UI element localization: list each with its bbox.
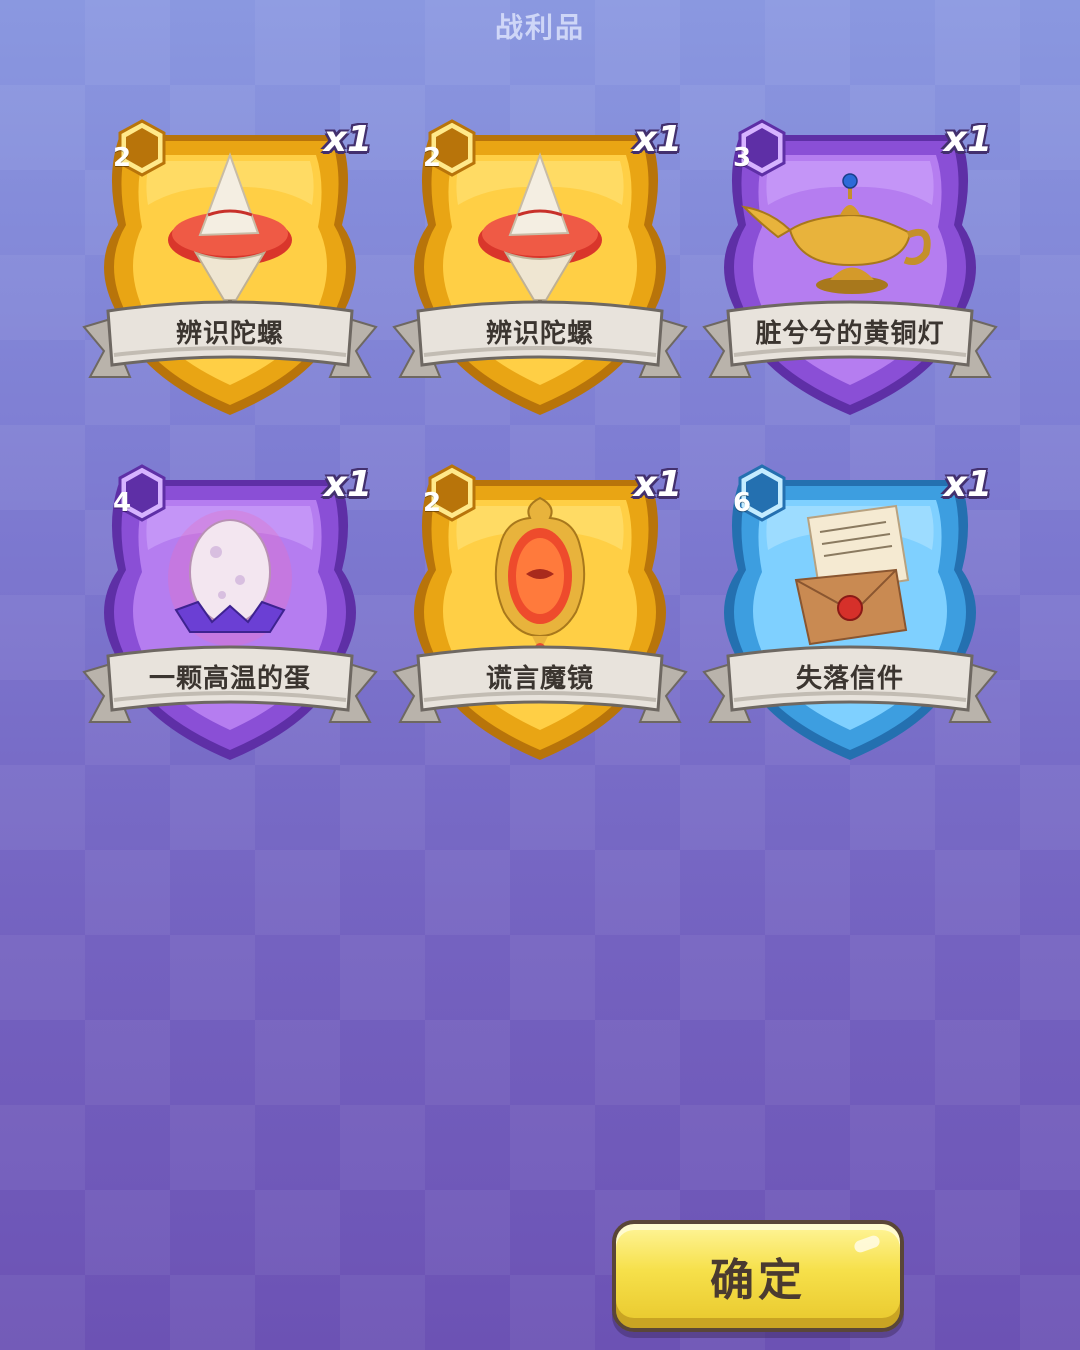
button-shine xyxy=(852,1233,882,1255)
loot-card[interactable]: 2 x1 辨识陀螺 xyxy=(390,115,690,415)
quantity-label: x1 xyxy=(943,464,992,505)
page-title: 战利品 xyxy=(494,11,585,44)
quantity-label: x1 xyxy=(323,119,372,160)
item-name: 谎言魔镜 xyxy=(485,664,594,694)
rank-badge: 6 xyxy=(732,488,752,518)
item-name: 辨识陀螺 xyxy=(175,319,284,349)
quantity-label: x1 xyxy=(633,464,682,505)
loot-card[interactable]: 4 x1 一颗高温的蛋 xyxy=(80,460,380,760)
confirm-button-label: 确定 xyxy=(710,1255,806,1306)
rank-badge: 2 xyxy=(422,143,442,173)
quantity-label: x1 xyxy=(943,119,992,160)
rank-badge: 2 xyxy=(112,143,132,173)
item-name: 一颗高温的蛋 xyxy=(148,664,311,694)
item-name: 辨识陀螺 xyxy=(485,319,594,349)
confirm-button[interactable]: 确定 xyxy=(612,1220,904,1332)
quantity-label: x1 xyxy=(323,464,372,505)
item-name: 失落信件 xyxy=(795,664,904,694)
rank-badge: 2 xyxy=(422,488,442,518)
item-name: 脏兮兮的黄铜灯 xyxy=(755,319,945,349)
loot-card[interactable]: 3 x1 脏兮兮的黄铜灯 xyxy=(700,115,1000,415)
loot-card[interactable]: 2 x1 谎言魔镜 xyxy=(390,460,690,760)
loot-card[interactable]: 6 x1 失落信件 xyxy=(700,460,1000,760)
quantity-label: x1 xyxy=(633,119,682,160)
egg-icon xyxy=(168,510,292,646)
rank-badge: 4 xyxy=(112,488,132,518)
rank-badge: 3 xyxy=(732,143,752,173)
loot-card[interactable]: 2 x1 辨识陀螺 xyxy=(80,115,380,415)
